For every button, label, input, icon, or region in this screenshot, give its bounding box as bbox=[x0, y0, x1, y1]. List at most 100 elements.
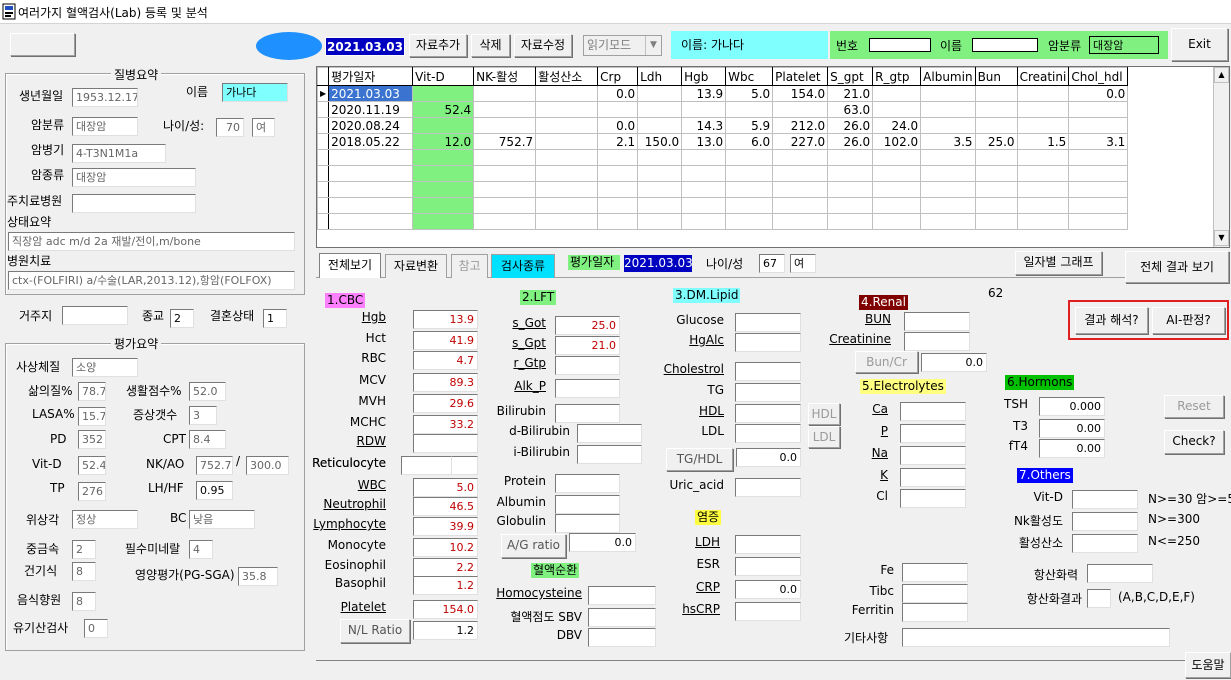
table-cell[interactable]: 212.0 bbox=[772, 117, 829, 134]
lft-sgpt-field[interactable]: 21.0 bbox=[555, 336, 620, 355]
table-cell[interactable] bbox=[535, 197, 599, 214]
cbc-neut-field[interactable]: 46.5 bbox=[413, 497, 478, 516]
electro-k-label[interactable]: K bbox=[880, 468, 888, 482]
cbc-wbc-field[interactable]: 5.0 bbox=[413, 478, 478, 497]
blank-button[interactable] bbox=[10, 33, 75, 56]
table-cell[interactable] bbox=[872, 181, 922, 198]
row-indicator[interactable] bbox=[317, 197, 330, 214]
body-type-field[interactable]: 소양 bbox=[72, 358, 138, 377]
table-cell[interactable] bbox=[1068, 181, 1129, 198]
table-cell[interactable] bbox=[1068, 213, 1129, 230]
lft-albumin-field[interactable] bbox=[555, 495, 620, 514]
table-cell[interactable] bbox=[681, 213, 727, 230]
antiox-field[interactable] bbox=[1087, 564, 1153, 583]
metal-field[interactable]: 2 bbox=[72, 540, 96, 559]
table-cell[interactable] bbox=[1016, 101, 1070, 118]
table-cell[interactable] bbox=[974, 213, 1018, 230]
inflam-ldh-field[interactable] bbox=[735, 535, 801, 554]
table-cell[interactable] bbox=[328, 213, 414, 230]
table-cell[interactable] bbox=[974, 165, 1018, 182]
ag-ratio-button[interactable]: A/G ratio bbox=[501, 534, 566, 558]
table-cell[interactable]: 13.0 bbox=[681, 133, 727, 150]
row-indicator[interactable] bbox=[317, 213, 330, 230]
table-cell[interactable] bbox=[681, 101, 727, 118]
col-header[interactable]: Hgb bbox=[681, 67, 727, 86]
age-field[interactable]: 70 bbox=[216, 118, 244, 137]
table-cell[interactable]: 0.0 bbox=[597, 85, 639, 102]
cbc-retic2-field[interactable] bbox=[401, 456, 452, 475]
stage-field[interactable]: 4-T3N1M1a bbox=[72, 144, 166, 163]
table-cell[interactable] bbox=[1068, 165, 1129, 182]
table-cell[interactable] bbox=[412, 117, 475, 134]
table-cell[interactable] bbox=[597, 165, 639, 182]
cbc-mvh-field[interactable]: 29.6 bbox=[413, 394, 478, 413]
tg-hdl-button[interactable]: TG/HDL bbox=[666, 448, 733, 471]
cbc-hct-field[interactable]: 41.9 bbox=[413, 331, 478, 350]
number-input[interactable] bbox=[867, 36, 933, 54]
table-cell[interactable] bbox=[637, 117, 683, 134]
interpret-button[interactable]: 결과 해석? bbox=[1075, 307, 1148, 334]
cbc-hgb-label[interactable]: Hgb bbox=[362, 310, 386, 324]
cbc-plt-label[interactable]: Platelet bbox=[341, 600, 386, 614]
grid-scrollbar[interactable]: ▲ ▼ bbox=[1213, 67, 1229, 247]
table-cell[interactable] bbox=[535, 165, 599, 182]
table-cell[interactable]: 13.9 bbox=[681, 85, 727, 102]
table-cell[interactable] bbox=[637, 149, 683, 166]
table-cell[interactable] bbox=[974, 181, 1018, 198]
circ-homo-label[interactable]: Homocysteine bbox=[496, 586, 582, 600]
table-cell[interactable]: 12.0 bbox=[412, 133, 475, 150]
lipid-chol-field[interactable] bbox=[735, 362, 801, 381]
lasa-field[interactable]: 15.7 bbox=[78, 407, 106, 426]
table-row[interactable]: 2020.11.19 52.4 63.0 bbox=[317, 101, 1129, 118]
scroll-up-icon[interactable]: ▲ bbox=[1214, 67, 1229, 83]
table-cell[interactable] bbox=[535, 213, 599, 230]
table-cell[interactable] bbox=[1016, 181, 1070, 198]
lipid-ldl-field[interactable] bbox=[735, 424, 801, 443]
lft-globulin-field[interactable] bbox=[555, 514, 620, 533]
table-cell[interactable] bbox=[473, 101, 537, 118]
status-field[interactable]: 직장암 adc m/d 2a 재발/전이,m/bone bbox=[8, 232, 295, 251]
table-cell[interactable] bbox=[974, 117, 1018, 134]
electro-na-field[interactable] bbox=[900, 446, 966, 465]
row-indicator[interactable] bbox=[317, 101, 330, 118]
table-cell[interactable]: 63.0 bbox=[827, 101, 874, 118]
table-row[interactable] bbox=[317, 181, 1129, 198]
table-cell[interactable] bbox=[637, 101, 683, 118]
others-nk-field[interactable] bbox=[1072, 512, 1138, 531]
table-cell[interactable] bbox=[1068, 197, 1129, 214]
edit-record-button[interactable]: 자료수정 bbox=[514, 34, 572, 57]
table-cell[interactable] bbox=[974, 149, 1018, 166]
mode-select[interactable]: 읽기모드 ▼ bbox=[583, 35, 662, 56]
hormone-ft4-field[interactable]: 0.00 bbox=[1039, 439, 1105, 458]
electro-ca-label[interactable]: Ca bbox=[872, 402, 888, 416]
col-header[interactable]: Chol_hdl bbox=[1068, 67, 1129, 86]
life-score-field[interactable]: 52.0 bbox=[189, 382, 226, 401]
lipid-hga1c-field[interactable] bbox=[735, 333, 801, 352]
lft-alkp-label[interactable]: Alk_P bbox=[514, 379, 546, 393]
table-cell[interactable]: 5.0 bbox=[725, 85, 774, 102]
others-ros-field[interactable] bbox=[1072, 534, 1138, 553]
table-cell[interactable] bbox=[1016, 117, 1070, 134]
table-cell[interactable]: 2021.03.03 bbox=[328, 85, 414, 102]
table-cell[interactable]: 2020.08.24 bbox=[328, 117, 414, 134]
table-row[interactable]: ▶ 2021.03.03 0.0 13.9 5.0 154.0 21.0 0.0 bbox=[317, 85, 1129, 102]
col-header[interactable]: Crp bbox=[597, 67, 639, 86]
table-cell[interactable] bbox=[637, 181, 683, 198]
table-cell[interactable]: 227.0 bbox=[772, 133, 829, 150]
table-cell[interactable]: 752.7 bbox=[473, 133, 537, 150]
table-cell[interactable] bbox=[1016, 165, 1070, 182]
cbc-mcv-field[interactable]: 89.3 bbox=[413, 373, 478, 392]
inflam-crp-label[interactable]: CRP bbox=[696, 580, 720, 594]
lipid-hga1c-label[interactable]: HgAlc bbox=[689, 333, 724, 347]
exit-button[interactable]: Exit bbox=[1171, 28, 1228, 61]
table-cell[interactable]: 3.5 bbox=[920, 133, 976, 150]
table-cell[interactable] bbox=[920, 149, 976, 166]
mineral-field[interactable]: 4 bbox=[189, 540, 213, 559]
table-cell[interactable]: 150.0 bbox=[637, 133, 683, 150]
table-cell[interactable]: 3.1 bbox=[1068, 133, 1129, 150]
scroll-down-icon[interactable]: ▼ bbox=[1214, 230, 1229, 246]
table-cell[interactable] bbox=[681, 197, 727, 214]
date-graph-button[interactable]: 일자별 그래프 bbox=[1015, 251, 1102, 275]
table-cell[interactable]: 52.4 bbox=[412, 101, 475, 118]
table-cell[interactable] bbox=[412, 165, 475, 182]
